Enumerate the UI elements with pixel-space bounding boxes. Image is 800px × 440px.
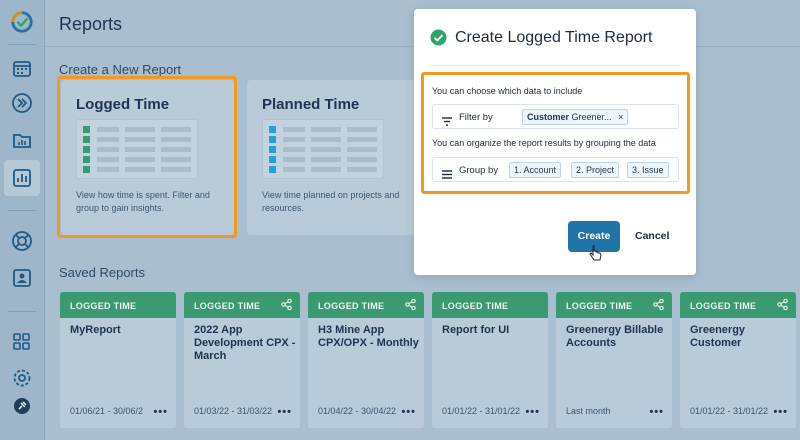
saved-report-card[interactable]: LOGGED TIME 2022 App Development CPX - M… [184, 292, 300, 428]
forward-icon[interactable] [10, 91, 34, 115]
share-icon[interactable] [405, 298, 416, 312]
more-options-button[interactable]: ••• [401, 406, 416, 418]
modal-divider [430, 65, 680, 66]
saved-report-date: 01/03/22 - 31/03/22 [194, 406, 273, 416]
logged-time-highlight [57, 76, 237, 238]
apps-grid-icon[interactable] [10, 330, 34, 354]
more-options-button[interactable]: ••• [525, 406, 540, 418]
planned-time-card[interactable]: Planned Time View time planned on projec… [247, 80, 420, 235]
report-type-tag: LOGGED TIME [194, 301, 261, 311]
share-icon[interactable] [281, 298, 292, 312]
card-description: View time planned on projects and resour… [262, 190, 400, 213]
page-title: Reports [59, 14, 123, 34]
report-type-tag: LOGGED TIME [690, 301, 757, 311]
report-type-tag: LOGGED TIME [432, 292, 548, 318]
saved-report-date: Last month [566, 406, 611, 416]
settings-icon[interactable] [10, 366, 34, 390]
sidebar-divider [8, 44, 36, 45]
create-section-title: Create a New Report [59, 62, 182, 77]
share-icon[interactable] [653, 298, 664, 312]
card-title: Planned Time [262, 96, 360, 113]
support-icon[interactable] [10, 229, 34, 253]
calendar-icon[interactable] [10, 56, 34, 80]
sidebar [0, 0, 45, 440]
folder-icon[interactable] [10, 128, 34, 152]
report-type-tag: LOGGED TIME [566, 301, 633, 311]
saved-section-title: Saved Reports [59, 265, 145, 280]
report-type-tag: LOGGED TIME [60, 292, 176, 318]
pointer-cursor-icon [589, 245, 603, 266]
saved-report-name: H3 Mine App CPX/OPX - Monthly [318, 324, 419, 349]
saved-report-date: 01/04/22 - 30/04/22 [318, 406, 397, 416]
user-icon[interactable] [10, 266, 34, 290]
saved-report-card[interactable]: LOGGED TIME Greenergy Billable Accounts … [556, 292, 672, 428]
saved-report-date: 01/06/21 - 30/06/2 [70, 406, 144, 416]
saved-report-name: 2022 App Development CPX - March [194, 324, 296, 362]
saved-report-card[interactable]: LOGGED TIME Report for UI 01/01/22 - 31/… [432, 292, 548, 428]
saved-report-name: Greenergy Customer [690, 324, 746, 349]
report-preview [262, 119, 384, 179]
sidebar-divider [8, 311, 36, 312]
modal-title: Create Logged Time Report [455, 29, 653, 46]
options-highlight [421, 72, 690, 194]
cancel-button[interactable]: Cancel [635, 230, 669, 242]
saved-report-date: 01/01/22 - 31/01/22 [690, 406, 769, 416]
saved-report-name: Report for UI [442, 324, 510, 336]
more-options-button[interactable]: ••• [277, 406, 292, 418]
saved-report-name: Greenergy Billable Accounts [566, 324, 664, 349]
more-options-button[interactable]: ••• [153, 406, 168, 418]
app-logo-icon[interactable] [10, 10, 34, 34]
saved-report-date: 01/01/22 - 31/01/22 [442, 406, 521, 416]
check-circle-icon [430, 29, 447, 51]
more-options-button[interactable]: ••• [773, 406, 788, 418]
saved-report-card[interactable]: LOGGED TIME H3 Mine App CPX/OPX - Monthl… [308, 292, 424, 428]
saved-report-card[interactable]: LOGGED TIME MyReport 01/06/21 - 30/06/2 … [60, 292, 176, 428]
sidebar-divider [8, 210, 36, 211]
pin-icon[interactable] [10, 394, 34, 418]
more-options-button[interactable]: ••• [649, 406, 664, 418]
saved-report-card[interactable]: LOGGED TIME Greenergy Customer 01/01/22 … [680, 292, 796, 428]
saved-report-name: MyReport [70, 324, 121, 336]
share-icon[interactable] [777, 298, 788, 312]
report-type-tag: LOGGED TIME [318, 301, 385, 311]
reports-icon[interactable] [10, 166, 34, 190]
